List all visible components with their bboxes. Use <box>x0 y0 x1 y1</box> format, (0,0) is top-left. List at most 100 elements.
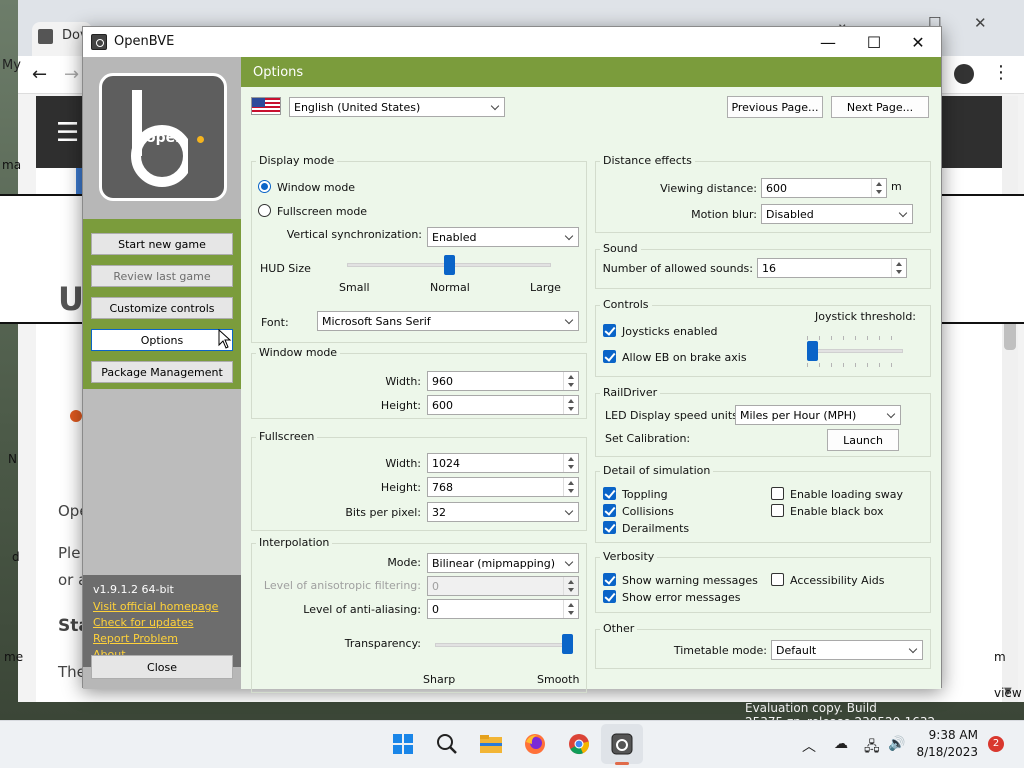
close-icon[interactable]: ✕ <box>895 27 941 57</box>
window-mode-title: Window mode <box>256 346 341 359</box>
vsync-select[interactable]: Enabled <box>427 227 579 247</box>
joystick-threshold-track[interactable] <box>807 349 903 353</box>
allowed-sounds-input[interactable]: 16 <box>757 258 907 278</box>
review-last-game-button[interactable]: Review last game <box>91 265 233 287</box>
search-icon[interactable] <box>434 731 460 757</box>
file-explorer-icon[interactable] <box>478 731 504 757</box>
report-problem-link[interactable]: Report Problem <box>93 632 178 645</box>
show-errors-checkbox[interactable] <box>603 590 616 603</box>
display-mode-title: Display mode <box>256 154 338 167</box>
joysticks-enabled-checkbox[interactable] <box>603 324 616 337</box>
timetable-mode-select[interactable]: Default <box>771 640 923 660</box>
collisions-checkbox[interactable] <box>603 504 616 517</box>
browser-scrollbar[interactable] <box>1002 96 1018 702</box>
fullscreen-mode-label: Fullscreen mode <box>277 205 368 218</box>
side-text: N <box>8 452 17 466</box>
tray-overflow-icon[interactable]: ︿ <box>802 736 816 756</box>
sidebar-spacer <box>83 389 241 575</box>
options-button[interactable]: Options <box>91 329 233 351</box>
launch-button[interactable]: Launch <box>827 429 899 451</box>
spinner-icon[interactable] <box>563 577 578 595</box>
hamburger-menu-icon[interactable]: ☰ <box>56 118 79 148</box>
next-page-button[interactable]: Next Page... <box>831 96 929 118</box>
minimize-icon[interactable]: — <box>805 27 851 57</box>
spinner-icon[interactable] <box>891 259 906 277</box>
windows-start-icon[interactable] <box>390 731 416 757</box>
accessibility-aids-label: Accessibility Aids <box>790 574 885 587</box>
browser-profile-icon[interactable] <box>954 64 974 84</box>
font-label: Font: <box>261 316 289 329</box>
customize-controls-button[interactable]: Customize controls <box>91 297 233 319</box>
transparency-slider-thumb[interactable] <box>562 634 573 654</box>
font-select[interactable]: Microsoft Sans Serif <box>317 311 579 331</box>
package-management-button[interactable]: Package Management <box>91 361 233 383</box>
speed-units-label: LED Display speed units <box>605 409 738 422</box>
window-height-input[interactable]: 600 <box>427 395 579 415</box>
window-width-label: Width: <box>385 375 421 388</box>
interpolation-mode-label: Mode: <box>387 556 421 569</box>
spinner-icon[interactable] <box>563 454 578 472</box>
window-mode-radio[interactable] <box>258 180 271 193</box>
toppling-checkbox[interactable] <box>603 487 616 500</box>
tray-volume-icon[interactable]: 🔊 <box>888 736 905 752</box>
browser-menu-icon[interactable]: ⋮ <box>992 62 1010 83</box>
spinner-icon[interactable] <box>563 478 578 496</box>
maximize-icon[interactable]: ☐ <box>851 27 897 57</box>
anisotropic-value: 0 <box>432 580 439 593</box>
openbve-window: OpenBVE — ☐ ✕ open Start new game Review… <box>82 26 942 693</box>
derailments-label: Derailments <box>622 522 690 535</box>
check-updates-link[interactable]: Check for updates <box>93 616 193 629</box>
browser-back-icon[interactable]: ← <box>32 64 47 85</box>
fullscreen-width-input[interactable]: 1024 <box>427 453 579 473</box>
show-warnings-checkbox[interactable] <box>603 573 616 586</box>
language-select[interactable]: English (United States) <box>289 97 505 117</box>
start-new-game-button[interactable]: Start new game <box>91 233 233 255</box>
allow-eb-checkbox[interactable] <box>603 350 616 363</box>
spinner-icon[interactable] <box>563 372 578 390</box>
chrome-icon[interactable] <box>566 731 592 757</box>
motion-blur-select[interactable]: Disabled <box>761 204 913 224</box>
us-flag-icon <box>251 97 281 115</box>
spinner-icon[interactable] <box>563 396 578 414</box>
fullscreen-mode-radio[interactable] <box>258 204 271 217</box>
transparency-label: Transparency: <box>344 637 421 650</box>
fullscreen-height-input[interactable]: 768 <box>427 477 579 497</box>
close-button[interactable]: Close <box>91 655 233 679</box>
options-panel: Options English (United States) Previous… <box>241 57 941 693</box>
allow-eb-label: Allow EB on brake axis <box>622 351 747 364</box>
anti-aliasing-input[interactable]: 0 <box>427 599 579 619</box>
loading-sway-checkbox[interactable] <box>771 487 784 500</box>
tray-cloud-icon[interactable]: ☁ <box>834 736 848 752</box>
fullscreen-height-value: 768 <box>432 481 453 494</box>
hud-large-label: Large <box>530 281 561 294</box>
speed-units-select[interactable]: Miles per Hour (MPH) <box>735 405 901 425</box>
browser-forward-icon[interactable]: → <box>64 64 79 85</box>
openbve-icon[interactable] <box>609 731 635 757</box>
spinner-icon[interactable] <box>563 600 578 618</box>
hud-size-slider-thumb[interactable] <box>443 255 455 275</box>
interpolation-mode-select[interactable]: Bilinear (mipmapping) <box>427 553 579 573</box>
homepage-link[interactable]: Visit official homepage <box>93 600 218 613</box>
joystick-threshold-thumb[interactable] <box>807 341 818 361</box>
title-bar[interactable]: OpenBVE — ☐ ✕ <box>83 27 941 57</box>
sharp-label: Sharp <box>423 673 456 686</box>
viewing-distance-input[interactable]: 600 <box>761 178 887 198</box>
anisotropic-label: Level of anisotropic filtering: <box>263 579 421 592</box>
anisotropic-input[interactable]: 0 <box>427 576 579 596</box>
browser-close-icon[interactable]: ✕ <box>974 14 987 32</box>
clock-time[interactable]: 9:38 AM <box>922 728 978 742</box>
previous-page-button[interactable]: Previous Page... <box>727 96 823 118</box>
side-text: view <box>994 686 1022 700</box>
derailments-checkbox[interactable] <box>603 521 616 534</box>
clock-date[interactable]: 8/18/2023 <box>912 745 978 759</box>
accessibility-aids-checkbox[interactable] <box>771 573 784 586</box>
raildriver-title: RailDriver <box>600 386 661 399</box>
spinner-icon[interactable] <box>871 179 886 197</box>
transparency-track[interactable] <box>435 643 573 647</box>
bits-per-pixel-select[interactable]: 32 <box>427 502 579 522</box>
notification-badge[interactable]: 2 <box>988 736 1004 752</box>
window-width-input[interactable]: 960 <box>427 371 579 391</box>
black-box-checkbox[interactable] <box>771 504 784 517</box>
tray-network-icon[interactable]: 🖧 <box>864 736 880 760</box>
firefox-icon[interactable] <box>522 731 548 757</box>
